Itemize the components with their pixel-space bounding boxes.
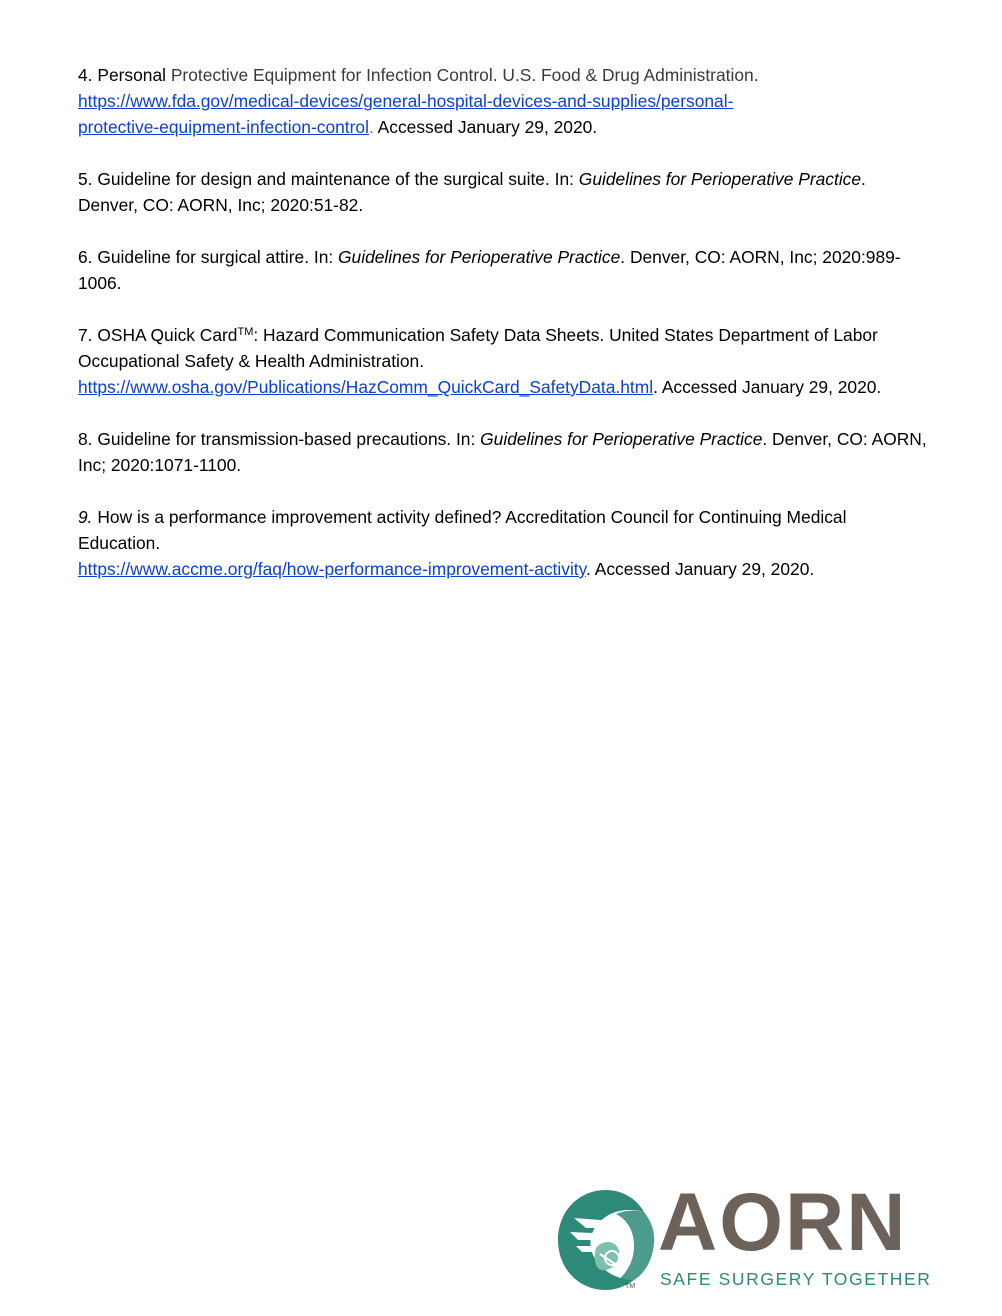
reference-text: Guideline for surgical attire. In: xyxy=(92,247,339,267)
reference-6: 6. Guideline for surgical attire. In: Gu… xyxy=(78,244,928,296)
logo-wordmark: AORN xyxy=(658,1177,908,1268)
accme-link[interactable]: https://www.accme.org/faq/how-performanc… xyxy=(78,559,586,579)
accessed-date: . Accessed January 29, 2020. xyxy=(586,559,815,579)
reference-number: 5. xyxy=(78,169,93,189)
reference-5: 5. Guideline for design and maintenance … xyxy=(78,166,928,218)
reference-lead: Personal xyxy=(97,65,166,85)
reference-9: 9. How is a performance improvement acti… xyxy=(78,504,928,582)
trademark-superscript: TM xyxy=(237,326,254,338)
reference-8: 8. Guideline for transmission-based prec… xyxy=(78,426,928,478)
accessed-date: Accessed January 29, 2020. xyxy=(373,117,598,137)
reference-number: 6. xyxy=(78,247,93,267)
reference-text: OSHA Quick Card xyxy=(92,325,238,345)
logo-tagline: SAFE SURGERY TOGETHER xyxy=(660,1269,932,1289)
reference-source-title: Guidelines for Perioperative Practice xyxy=(480,429,763,449)
reference-number: 8. xyxy=(78,429,93,449)
fda-link-line2: protective-equipment-infection-control xyxy=(78,117,369,137)
reference-source-title: Guidelines for Perioperative Practice xyxy=(338,247,621,267)
fda-link-line1: https://www.fda.gov/medical-devices/gene… xyxy=(78,91,734,111)
reference-number: 9. xyxy=(78,507,93,527)
reference-text: How is a performance improvement activit… xyxy=(78,507,847,553)
reference-text: Guideline for transmission-based precaut… xyxy=(92,429,481,449)
reference-text: Guideline for design and maintenance of … xyxy=(92,169,579,189)
osha-link[interactable]: https://www.osha.gov/Publications/HazCom… xyxy=(78,377,653,397)
accessed-date: . Accessed January 29, 2020. xyxy=(653,377,882,397)
logo-trademark: TM xyxy=(625,1283,636,1290)
reference-number: 7. xyxy=(78,325,93,345)
reference-list: 4. Personal Protective Equipment for Inf… xyxy=(78,62,928,608)
reference-7: 7. OSHA Quick CardTM: Hazard Communicati… xyxy=(78,322,928,400)
reference-source-title: Guidelines for Perioperative Practice xyxy=(578,169,862,189)
reference-title: Protective Equipment for Infection Contr… xyxy=(166,65,759,85)
hands-circle-icon xyxy=(558,1190,655,1290)
reference-4: 4. Personal Protective Equipment for Inf… xyxy=(78,62,928,140)
aorn-logo: AORN SAFE SURGERY TOGETHER TM xyxy=(556,1182,930,1298)
reference-number: 4. xyxy=(78,65,93,85)
